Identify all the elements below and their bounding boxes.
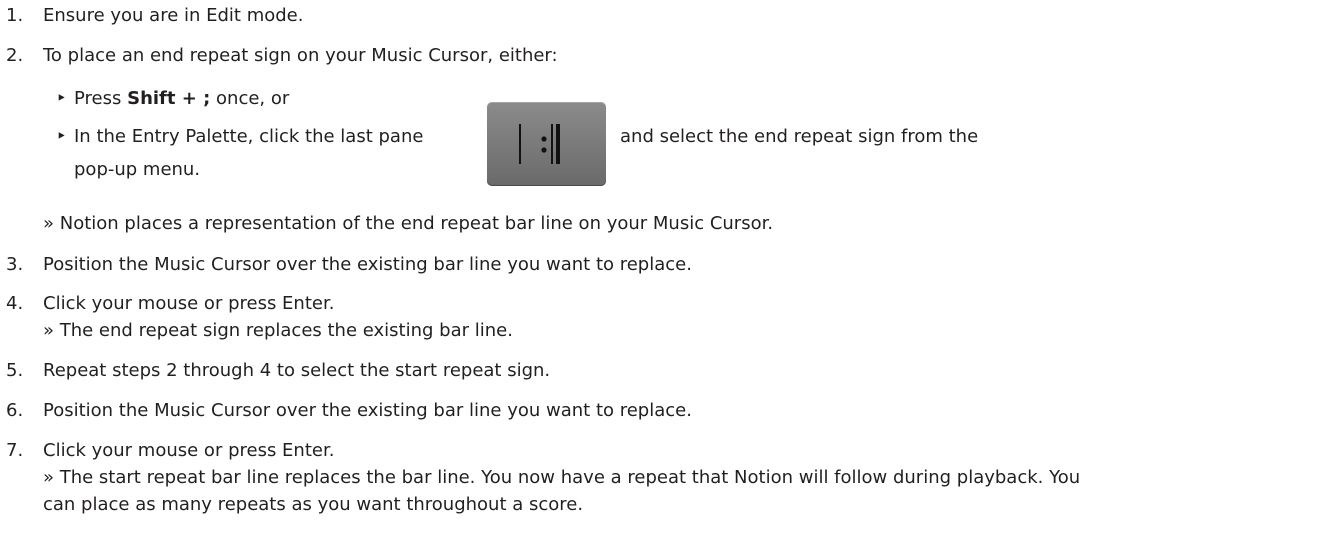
step-text: To place an end repeat sign on your Musi… bbox=[43, 45, 558, 66]
step-text: Click your mouse or press Enter. bbox=[43, 440, 335, 461]
step-text: Position the Music Cursor over the exist… bbox=[43, 400, 692, 421]
bullet-glyph: ‣ bbox=[56, 88, 67, 109]
end-repeat-pane-icon bbox=[487, 102, 606, 186]
bullet-text: pop-up menu. bbox=[74, 159, 201, 180]
shortcut-keys: Shift + ; bbox=[127, 88, 211, 109]
step-number: 6. bbox=[6, 400, 24, 421]
result-text: » The start repeat bar line replaces the… bbox=[43, 467, 1081, 488]
step-number: 4. bbox=[6, 293, 24, 314]
bullet-item: Press Shift + ; once, or bbox=[74, 88, 289, 110]
step-text: Ensure you are in Edit mode. bbox=[43, 5, 304, 26]
step-number: 3. bbox=[6, 254, 24, 275]
step-text: Position the Music Cursor over the exist… bbox=[43, 254, 692, 275]
bullet-text: and select the end repeat sign from the bbox=[620, 126, 979, 147]
step-number: 5. bbox=[6, 360, 24, 381]
step-text: Click your mouse or press Enter. bbox=[43, 293, 335, 314]
end-repeat-sign-icon bbox=[519, 124, 560, 164]
bullet-text: In the Entry Palette, click the last pan… bbox=[74, 126, 424, 147]
bullet-glyph: ‣ bbox=[56, 126, 67, 147]
step-number: 2. bbox=[6, 45, 24, 66]
result-text: can place as many repeats as you want th… bbox=[43, 494, 584, 515]
result-text: » Notion places a representation of the … bbox=[43, 213, 774, 234]
step-number: 1. bbox=[6, 5, 24, 26]
step-number: 7. bbox=[6, 440, 24, 461]
bullet-text: once, or bbox=[210, 88, 290, 109]
result-text: » The end repeat sign replaces the exist… bbox=[43, 320, 513, 341]
bullet-text: Press bbox=[74, 88, 128, 109]
step-text: Repeat steps 2 through 4 to select the s… bbox=[43, 360, 551, 381]
